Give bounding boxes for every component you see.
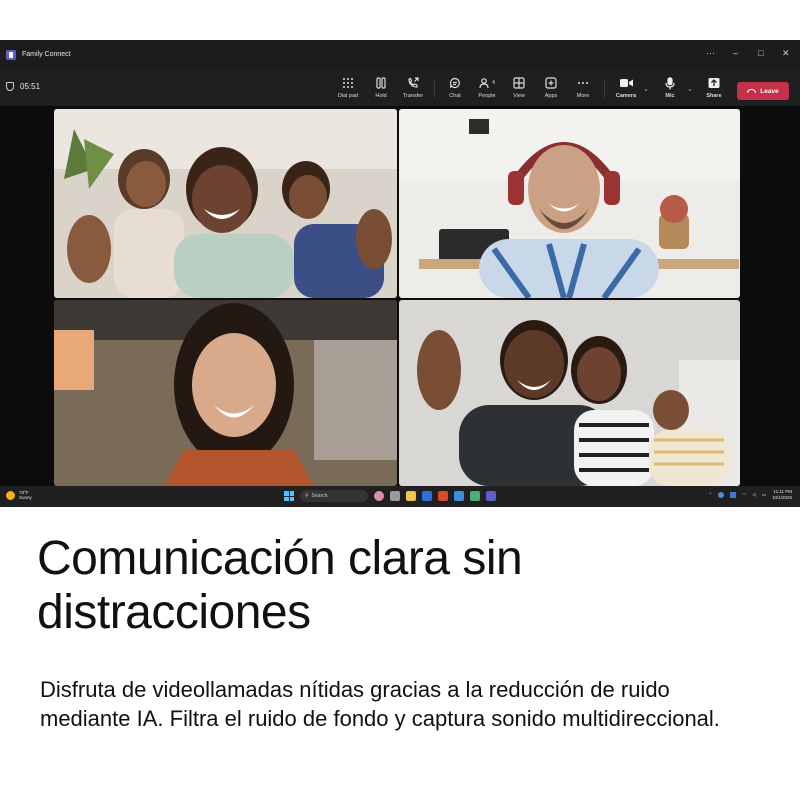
participant-video [399,300,740,486]
wifi-icon[interactable]: ◠ [742,492,746,498]
app-tray-icon[interactable] [730,492,737,498]
mic-options-chevron-icon[interactable]: ⌄ [687,85,693,93]
taskbar-clock[interactable]: 11:11 PM 10/1/2025 [772,489,792,501]
participant-video [54,109,397,298]
search-icon: ⚲ [305,493,309,499]
people-icon: 4 [479,76,495,90]
window-more-button[interactable]: ··· [706,48,715,58]
more-dots-icon [577,76,589,90]
camera-icon [619,76,633,90]
people-count: 4 [492,80,495,86]
shield-icon [6,82,14,91]
camera-options-chevron-icon[interactable]: ⌄ [643,85,649,93]
call-toolbar: 05:51 Dial pad Hold Transfer Chat 4 Peop… [0,70,800,106]
weather-widget[interactable]: 78°F Sunny [6,490,32,500]
tray-overflow-chevron-icon[interactable]: ⌃ [709,492,713,498]
teams-call-window: Family Connect ··· – □ ✕ 05:51 Dial pad … [0,40,800,507]
window-title: Family Connect [22,51,71,58]
edge-browser-icon[interactable] [422,491,432,501]
people-button[interactable]: 4 People [471,76,503,102]
video-tile-man-with-headphones[interactable] [399,109,740,298]
title-bar: Family Connect ··· – □ ✕ [0,40,800,70]
volume-icon[interactable]: ◁ [752,492,755,498]
leave-call-button[interactable]: Leave [737,82,789,100]
more-button[interactable]: More [567,76,599,102]
video-tile-family-of-three[interactable] [54,109,397,298]
pause-icon [375,76,387,90]
teams-app-icon [6,50,16,60]
marketing-body: Disfruta de videollamadas nítidas gracia… [40,677,720,731]
chat-icon [449,76,461,90]
participant-video [54,300,397,486]
dial-pad-button[interactable]: Dial pad [332,76,364,102]
system-tray: ⌃ ◠ ◁ ▭ 11:11 PM 10/1/2025 [709,489,792,501]
participant-video [399,109,740,298]
windows-start-icon[interactable] [284,491,294,501]
weather-condition: Sunny [19,495,32,500]
transfer-phone-icon [407,76,419,90]
battery-icon[interactable]: ▭ [762,492,766,498]
copilot-icon[interactable] [374,491,384,501]
hang-up-icon [747,89,757,93]
microphone-icon [665,76,675,90]
taskbar-apps: ⚲ Search [284,490,496,502]
minimize-button[interactable]: – [733,48,738,58]
call-timer: 05:51 [6,82,40,91]
sun-icon [6,490,15,500]
maximize-button[interactable]: □ [758,48,763,58]
apps-button[interactable]: Apps [535,76,567,102]
store-icon[interactable] [470,491,480,501]
camera-button[interactable]: Camera [610,76,642,102]
grid-view-icon [513,76,525,90]
toolbar-divider [434,80,435,98]
view-button[interactable]: View [503,76,535,102]
share-button[interactable]: Share [698,76,730,102]
dial-pad-icon [342,76,354,90]
outlook-icon[interactable] [454,491,464,501]
task-view-icon[interactable] [390,491,400,501]
taskbar-search[interactable]: ⚲ Search [300,490,368,502]
cloud-icon[interactable] [718,492,725,498]
mic-button[interactable]: Mic [654,76,686,102]
apps-plus-icon [545,76,557,90]
office-icon[interactable] [438,491,448,501]
windows-taskbar: 78°F Sunny ⚲ Search ⌃ ◠ ◁ ▭ 11:11 PM 10/… [0,486,800,507]
chat-button[interactable]: Chat [439,76,471,102]
teams-icon[interactable] [486,491,496,501]
marketing-headline: Comunicación clara sin distracciones [37,532,523,639]
share-screen-icon [708,76,720,90]
video-tile-couple-with-baby[interactable] [399,300,740,486]
file-explorer-icon[interactable] [406,491,416,501]
transfer-button[interactable]: Transfer [397,76,429,102]
toolbar-divider [604,80,605,98]
close-button[interactable]: ✕ [782,48,790,59]
hold-button[interactable]: Hold [365,76,397,102]
video-tile-smiling-woman[interactable] [54,300,397,486]
call-timer-text: 05:51 [20,82,41,91]
